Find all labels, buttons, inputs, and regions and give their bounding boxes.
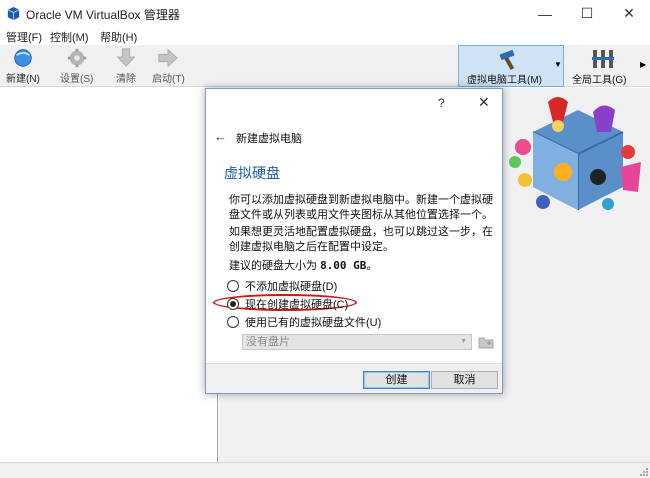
menu-help[interactable]: 帮助(H): [100, 29, 137, 45]
help-button[interactable]: ?: [438, 96, 445, 110]
virtualbox-mascot-illustration: [509, 97, 641, 210]
chevron-down-icon: ▼: [460, 338, 467, 345]
title-bar: Oracle VM VirtualBox 管理器 — ☐ ✕: [0, 0, 650, 27]
hammer-icon: [499, 50, 515, 71]
resize-grip-icon[interactable]: [638, 466, 648, 476]
recommended-size-value: 8.00 GB: [320, 259, 367, 272]
gear-icon: [67, 48, 86, 68]
discard-button[interactable]: 清除: [113, 47, 139, 85]
settings-label: 设置(S): [60, 74, 94, 85]
discard-label: 清除: [116, 74, 136, 85]
menu-control[interactable]: 控制(M): [50, 29, 89, 45]
radio-create-disk-label: 现在创建虚拟硬盘(C): [245, 299, 349, 311]
disk-select[interactable]: 没有盘片 ▼: [242, 334, 472, 350]
create-button[interactable]: 创建: [363, 371, 430, 389]
disk-select-value: 没有盘片: [246, 336, 290, 348]
radio-existing-disk[interactable]: 使用已有的虚拟硬盘文件(U): [227, 314, 381, 330]
recommended-suffix: 。: [366, 260, 378, 272]
recommended-prefix: 建议的硬盘大小为: [229, 260, 321, 272]
minimize-button[interactable]: —: [524, 0, 566, 27]
machine-tools-label: 虚拟电脑工具(M): [467, 75, 542, 86]
start-arrow-icon: [158, 48, 179, 68]
machine-tools-button[interactable]: 虚拟电脑工具(M) ▼: [458, 45, 564, 87]
vm-list-panel[interactable]: [0, 88, 218, 462]
new-label: 新建(N): [6, 74, 40, 85]
radio-button[interactable]: [227, 280, 239, 292]
settings-button[interactable]: 设置(S): [60, 47, 93, 85]
new-vm-dialog: ? ✕ ← 新建虚拟电脑 虚拟硬盘 你可以添加虚拟硬盘到新虚拟电脑中。新建一个虚…: [205, 88, 503, 394]
close-button[interactable]: ✕: [608, 0, 650, 27]
radio-button-checked[interactable]: [227, 298, 239, 310]
window-title: Oracle VM VirtualBox 管理器: [26, 8, 180, 22]
hint-text: 如果想更灵活地配置虚拟硬盘，也可以跳过这一步，在创建虚拟电脑之后在配置中设定。: [229, 226, 493, 253]
radio-no-disk[interactable]: 不添加虚拟硬盘(D): [227, 278, 337, 294]
new-button[interactable]: 新建(N): [6, 47, 40, 85]
radio-no-disk-label: 不添加虚拟硬盘(D): [245, 281, 338, 293]
chevron-right-icon[interactable]: ▶: [640, 60, 646, 69]
cancel-button[interactable]: 取消: [431, 371, 498, 389]
menu-bar: 管理(F) 控制(M) 帮助(H): [0, 27, 650, 45]
virtualbox-logo-icon: [7, 6, 20, 21]
radio-button[interactable]: [227, 316, 239, 328]
description-text: 你可以添加虚拟硬盘到新虚拟电脑中。新建一个虚拟硬盘文件或从列表或用文件夹图标从其…: [229, 194, 493, 221]
start-button[interactable]: 启动(T): [152, 47, 185, 85]
global-tools-label: 全局工具(G): [572, 75, 627, 86]
chevron-down-icon[interactable]: ▼: [554, 60, 562, 69]
dialog-header: 新建虚拟电脑: [236, 133, 302, 145]
discard-arrow-icon: [116, 48, 136, 67]
radio-create-disk[interactable]: 现在创建虚拟硬盘(C): [227, 296, 348, 312]
start-label: 启动(T): [152, 74, 185, 85]
folder-browse-icon[interactable]: [478, 335, 494, 349]
global-tools-button[interactable]: 全局工具(G) ▶: [570, 47, 648, 87]
section-title: 虚拟硬盘: [224, 165, 280, 181]
radio-existing-disk-label: 使用已有的虚拟硬盘文件(U): [245, 317, 382, 329]
maximize-button[interactable]: ☐: [566, 0, 608, 27]
back-arrow-icon[interactable]: ←: [214, 129, 227, 144]
dialog-close-button[interactable]: ✕: [478, 94, 490, 111]
new-machine-icon: [14, 49, 32, 67]
toolbox-icon: [592, 50, 614, 68]
menu-manage[interactable]: 管理(F): [6, 29, 42, 45]
recommended-size-text: 建议的硬盘大小为 8.00 GB。: [229, 258, 495, 274]
status-bar: [0, 462, 650, 478]
dialog-footer: 创建 取消: [206, 363, 502, 393]
